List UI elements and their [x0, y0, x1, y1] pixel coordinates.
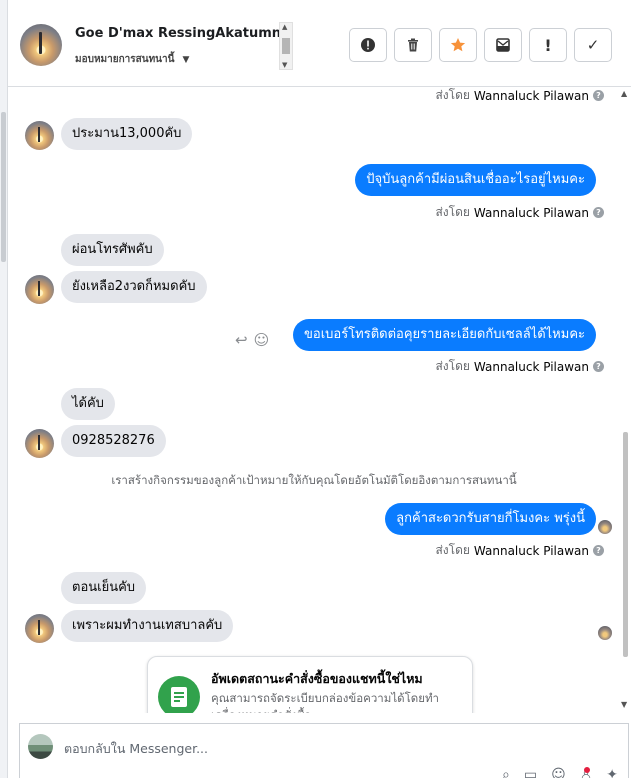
exclamation-icon: ! [544, 35, 552, 55]
agent-name: Wannaluck Pilawan [473, 88, 589, 103]
incoming-message[interactable]: ยังเหลือ2งวดก็หมดคับ [61, 271, 207, 303]
sent-by-label: ส่งโดย Wannaluck Pilawan ? [435, 87, 604, 105]
card-title: อัพเดตสถานะคำสั่งซื้อของแชทนี้ใช่ไหม [211, 671, 423, 686]
alert-circle-icon [361, 38, 375, 52]
thread-scrollbar[interactable]: ▲ ▼ [620, 87, 631, 713]
sent-by-text: ส่งโดย [435, 88, 470, 102]
conversation-header: Goe D'max RessingAkatumnaue มอบหมายการสน… [8, 0, 631, 87]
info-icon[interactable]: ? [593, 90, 604, 101]
caret-down-icon: ▼ [182, 54, 190, 65]
read-receipt-avatar [598, 626, 612, 640]
contact-avatar-small[interactable] [25, 121, 54, 150]
notification-dot [584, 767, 590, 773]
assign-label: มอบหมายการสนทนานี้ [75, 54, 175, 65]
saved-replies-icon[interactable]: ▭ [524, 767, 537, 778]
sent-by-text: ส่งโดย [435, 543, 470, 557]
outgoing-message[interactable]: ปัจุบันลูกค้ามีผ่อนสินเชื่ออะไรอยู่ไหมคะ [355, 164, 596, 196]
assign-conversation-dropdown[interactable]: มอบหมายการสนทนานี้ ▼ [75, 52, 189, 67]
agent-name: Wannaluck Pilawan [473, 359, 589, 374]
star-button[interactable] [439, 28, 477, 62]
sent-by-label: ส่งโดย Wannaluck Pilawan ? [435, 541, 604, 560]
mark-important-button[interactable]: ! [529, 28, 567, 62]
scroll-up-arrow-icon[interactable]: ▲ [282, 23, 287, 31]
left-scrollbar[interactable] [0, 0, 8, 778]
incoming-message[interactable]: 0928528276 [61, 425, 166, 457]
contact-avatar-small[interactable] [25, 429, 54, 458]
sent-by-label: ส่งโดย Wannaluck Pilawan ? [435, 203, 604, 222]
scroll-down-arrow-icon[interactable]: ▼ [282, 61, 287, 69]
info-icon[interactable]: ? [593, 361, 604, 372]
composer-tools: ⌕ ▭ ☺ ♙ ✦ [502, 767, 618, 778]
header-actions: ! ✓ [349, 28, 612, 62]
scroll-up-arrow-icon[interactable]: ▲ [621, 89, 627, 98]
incoming-message[interactable]: ผ่อนโทรศัพคับ [61, 234, 164, 266]
incoming-message[interactable]: เพราะผมทำงานเทสบาลคับ [61, 610, 234, 642]
check-icon: ✓ [586, 36, 600, 54]
read-receipt-avatar [598, 520, 612, 534]
order-status-card[interactable]: อัพเดตสถานะคำสั่งซื้อของแชทนี้ใช่ไหม คุณ… [147, 656, 473, 713]
attachment-icon[interactable]: ⌕ [502, 767, 510, 778]
left-scrollbar-thumb[interactable] [1, 112, 6, 262]
system-notice: เราสร้างกิจกรรมของลูกค้าเป้าหมายให้กับคุ… [111, 473, 517, 487]
incoming-message[interactable]: ได้คับ [61, 388, 115, 420]
contact-avatar-small[interactable] [25, 614, 54, 643]
thread-scroll-thumb[interactable] [623, 432, 628, 657]
agent-name: Wannaluck Pilawan [473, 205, 589, 220]
contact-avatar[interactable] [20, 24, 62, 66]
card-description: คุณสามารถจัดระเบียบกล่องข้อความได้โดยทำเ… [211, 691, 440, 713]
archive-button[interactable] [484, 28, 522, 62]
scroll-down-arrow-icon[interactable]: ▼ [621, 700, 627, 709]
info-icon[interactable]: ? [593, 207, 604, 218]
emoji-react-icon[interactable]: ☺ [254, 331, 270, 349]
header-scrollbar[interactable]: ▲ ▼ [279, 22, 293, 70]
agent-name: Wannaluck Pilawan [473, 543, 589, 558]
message-tools: ↩ ☺ [235, 331, 269, 349]
archive-icon [496, 38, 510, 52]
reply-icon[interactable]: ↩ [235, 331, 248, 349]
order-document-icon [158, 676, 200, 713]
sent-by-text: ส่งโดย [435, 359, 470, 373]
emoji-icon[interactable]: ☺ [551, 767, 566, 778]
sent-by-text: ส่งโดย [435, 205, 470, 219]
spam-button[interactable] [349, 28, 387, 62]
delete-button[interactable] [394, 28, 432, 62]
info-icon[interactable]: ? [593, 545, 604, 556]
outgoing-message[interactable]: ลูกค้าสะดวกรับสายกี่โมงคะ พรุ่งนี้ [385, 503, 596, 535]
page-avatar [28, 734, 53, 759]
message-composer: ตอบกลับใน Messenger... ⌕ ▭ ☺ ♙ ✦ [19, 723, 629, 778]
star-action-icon[interactable]: ✦ [606, 767, 618, 778]
contact-avatar-small[interactable] [25, 275, 54, 304]
message-thread[interactable]: ส่งโดย Wannaluck Pilawan ? ประมาน13,000ค… [8, 87, 631, 713]
reply-input[interactable]: ตอบกลับใน Messenger... [64, 739, 208, 759]
outgoing-message[interactable]: ขอเบอร์โทรติดต่อคุยรายละเอียดกับเซลล์ได้… [293, 319, 596, 351]
sent-by-label: ส่งโดย Wannaluck Pilawan ? [435, 357, 604, 376]
incoming-message[interactable]: ประมาน13,000คับ [61, 118, 193, 150]
trash-icon [408, 38, 418, 52]
mark-done-button[interactable]: ✓ [574, 28, 612, 62]
contact-name[interactable]: Goe D'max RessingAkatumnaue [75, 26, 280, 41]
star-icon [450, 38, 466, 52]
incoming-message[interactable]: ตอนเย็นคับ [61, 572, 147, 604]
header-scroll-thumb[interactable] [282, 38, 290, 54]
